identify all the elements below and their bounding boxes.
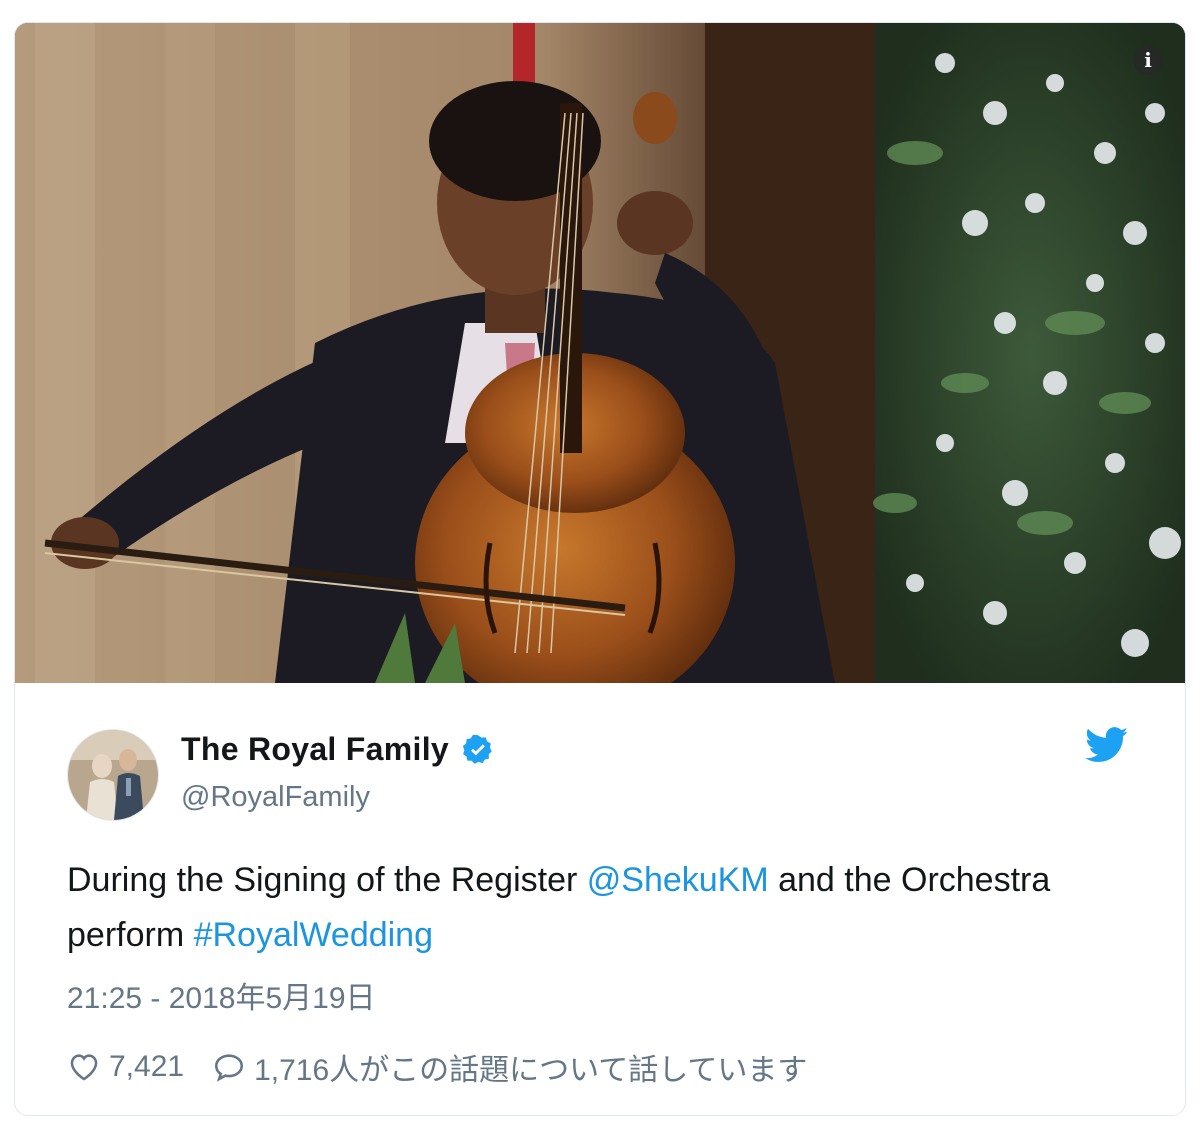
like-button[interactable]: 7,421: [67, 1050, 184, 1084]
info-icon[interactable]: i: [1133, 45, 1163, 75]
media-photo: [15, 23, 1185, 683]
avatar[interactable]: [67, 729, 159, 821]
author-handle[interactable]: @RoyalFamily: [181, 781, 370, 814]
tweet-actions: 7,421 1,716人がこの話題について話しています: [67, 1045, 807, 1089]
tweet-card: i The Royal Family @RoyalFamily During t…: [14, 22, 1186, 1116]
hashtag-link[interactable]: #RoyalWedding: [194, 916, 433, 954]
author-name-row[interactable]: The Royal Family: [181, 731, 495, 768]
heart-icon: [70, 1054, 98, 1081]
twitter-bird-icon[interactable]: [1085, 727, 1129, 763]
reply-conversation-text: 1,716人がこの話題について話しています: [254, 1054, 808, 1087]
like-count: 7,421: [109, 1050, 185, 1083]
reply-button[interactable]: 1,716人がこの話題について話しています: [212, 1045, 807, 1089]
author-display-name[interactable]: The Royal Family: [181, 731, 449, 768]
mention-link[interactable]: @ShekuKM: [587, 861, 769, 899]
tweet-media-image[interactable]: i: [15, 23, 1185, 683]
tweet-timestamp[interactable]: 21:25 - 2018年5月19日: [67, 973, 376, 1017]
speech-bubble-icon: [215, 1054, 244, 1082]
tweet-text: During the Signing of the Register @Shek…: [67, 853, 1127, 963]
avatar-photo: [68, 730, 158, 820]
tweet-body: The Royal Family @RoyalFamily During the…: [15, 683, 1185, 1115]
verified-badge-icon: [462, 734, 492, 764]
tweet-text-part-1: During the Signing of the Register: [67, 861, 587, 899]
